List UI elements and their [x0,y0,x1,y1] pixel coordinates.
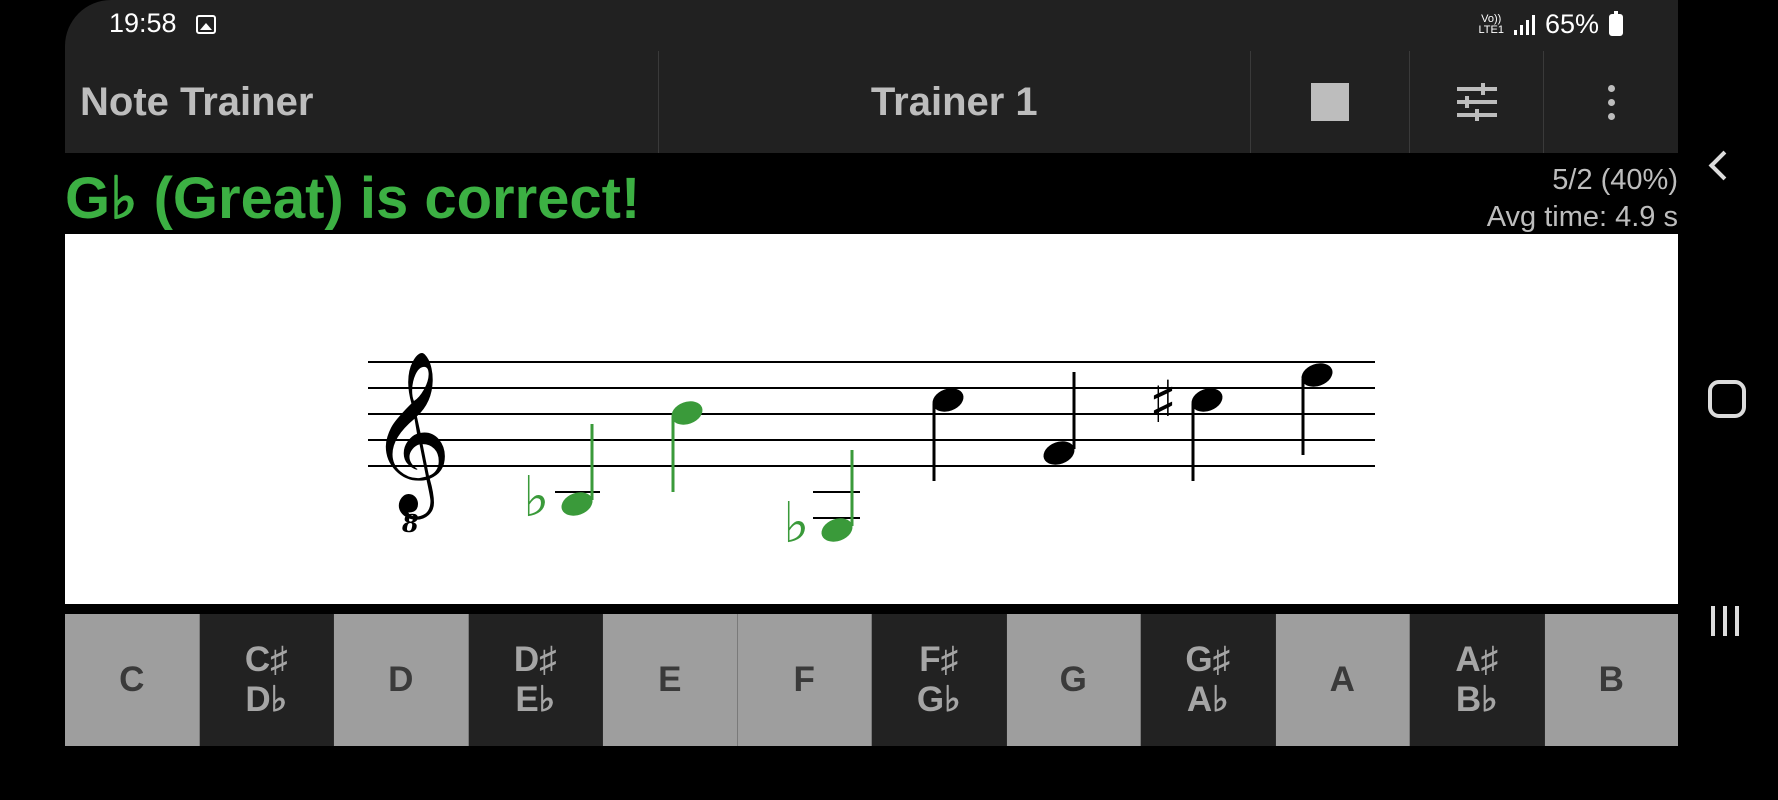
stop-icon [1310,83,1349,121]
key-a-sharp[interactable]: A♯ B♭ [1410,614,1545,746]
battery-icon [1609,10,1623,36]
key-label-flat: G♭ [916,680,961,719]
system-nav-bar [1678,0,1778,800]
key-label-sharp: A♯ [1455,640,1499,679]
key-g[interactable]: G [1006,614,1141,746]
key-label: F [793,660,815,699]
recents-icon[interactable] [1711,606,1739,636]
treble-clef-icon: 𝄞 8 [369,350,452,538]
svg-text:♭: ♭ [523,465,549,530]
key-label: B [1598,660,1624,699]
stop-button[interactable] [1251,51,1410,153]
key-label-sharp: D♯ [513,640,557,679]
tune-icon [1456,83,1497,121]
battery-percent: 65% [1544,9,1599,39]
key-label-flat: E♭ [515,680,556,719]
back-icon[interactable] [1708,150,1739,181]
key-g-sharp[interactable]: G♯ A♭ [1141,614,1276,746]
key-label: A [1329,660,1355,699]
key-label-flat: B♭ [1455,680,1498,719]
key-f-sharp[interactable]: F♯ G♭ [872,614,1007,746]
lte-label: LTE1 [1478,23,1504,36]
note-keyboard: C C♯ D♭ D D♯ E♭ E F F♯ G♭ G G♯ A♭ A A♯ B♭ B [65,614,1678,746]
avg-time-text: Avg time: 4.9 s [1486,201,1678,233]
key-e[interactable]: E [603,614,738,746]
volte-icon: Vo)) LTE1 [1478,12,1504,36]
key-label-sharp: G♯ [1185,640,1231,679]
trainer-selector[interactable]: Trainer 1 [659,51,1252,153]
staff-lines [368,361,1375,467]
key-d-sharp[interactable]: D♯ E♭ [468,614,603,746]
key-label: D [388,660,414,699]
key-label-sharp: C♯ [244,640,288,679]
svg-text:♯: ♯ [1149,368,1177,436]
status-indicators: Vo)) LTE1 65% [1478,9,1623,40]
score-panel: 5/2 (40%) Avg time: 4.9 s [1487,162,1678,236]
clef-octave-mark: 8 [401,509,419,538]
more-options-button[interactable] [1544,51,1678,153]
settings-button[interactable] [1410,51,1545,153]
key-c-sharp[interactable]: C♯ D♭ [199,614,334,746]
key-label-flat: A♭ [1186,680,1229,719]
key-label: E [658,660,682,699]
note-2 [671,401,703,492]
key-label-sharp: F♯ [919,640,959,679]
score-text: 5/2 (40%) [1552,164,1678,196]
home-icon[interactable] [1708,380,1746,418]
app-bar: Note Trainer Trainer 1 [65,51,1678,153]
key-c[interactable]: C [65,614,200,746]
more-vert-icon [1607,84,1615,120]
music-staff[interactable]: 𝄞 8 ♭ ♭ ♯ [65,234,1678,604]
staff-svg: 𝄞 8 ♭ ♭ ♯ [368,350,1375,556]
key-f[interactable]: F [737,614,872,746]
status-bar: 19:58 Vo)) LTE1 65% [65,0,1678,51]
key-d[interactable]: D [334,614,469,746]
note-5 [1043,372,1076,465]
volte-label: Vo)) [1481,12,1502,25]
signal-icon [1513,14,1535,35]
svg-text:𝄞: 𝄞 [369,350,452,520]
key-label: C [119,660,145,699]
key-a[interactable]: A [1275,614,1410,746]
app-title: Note Trainer [65,51,659,153]
feedback-message: G♭ (Great) is correct! [65,166,641,231]
svg-text:♭: ♭ [783,491,809,556]
status-time: 19:58 [109,8,177,38]
key-label-flat: D♭ [245,680,288,719]
key-b[interactable]: B [1544,614,1678,746]
key-label: G [1059,660,1087,699]
image-notification-icon [196,15,216,34]
app-screen: 19:58 Vo)) LTE1 65% Note Trainer Trainer… [65,0,1678,800]
note-6: ♯ [1149,368,1223,481]
